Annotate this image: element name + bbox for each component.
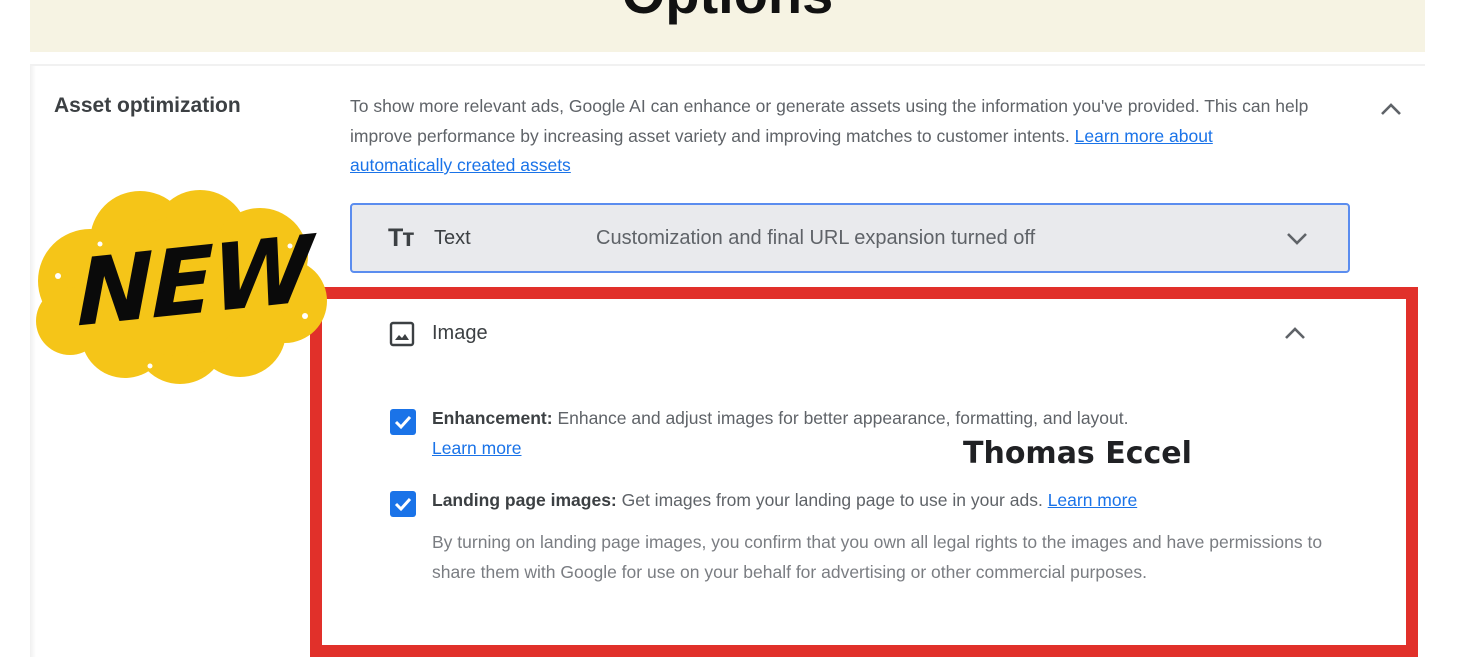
text-assets-row[interactable]: Tт Text Customization and final URL expa… xyxy=(350,203,1350,273)
landing-page-images-checkbox[interactable] xyxy=(390,491,416,517)
divider xyxy=(30,64,1425,66)
checkbox-checked-icon xyxy=(394,415,412,430)
image-assets-panel xyxy=(340,300,1352,657)
enhancement-title: Enhancement: xyxy=(432,408,553,428)
enhancement-description: Enhance and adjust images for better app… xyxy=(552,408,1129,428)
enhancement-learn-more-link[interactable]: Learn more xyxy=(432,438,522,458)
highlight-box-bottom xyxy=(310,645,1418,657)
watermark: Thomas Eccel xyxy=(963,436,1192,471)
landing-page-images-option: Landing page images: Get images from you… xyxy=(432,486,1332,516)
asset-settings-screen: Options Asset optimization To show more … xyxy=(0,0,1460,657)
enhancement-option: Enhancement: Enhance and adjust images f… xyxy=(432,404,1332,463)
landing-page-images-description: Get images from your landing page to use… xyxy=(616,490,1048,510)
checkbox-checked-icon xyxy=(394,497,412,512)
text-row-label: Text xyxy=(434,227,471,249)
text-format-icon: Tт xyxy=(388,224,414,252)
banner-title: Options xyxy=(30,0,1425,22)
landing-page-images-learn-more-link[interactable]: Learn more xyxy=(1048,490,1138,510)
chevron-down-icon[interactable] xyxy=(1282,223,1312,253)
landing-page-images-title: Landing page images: xyxy=(432,490,617,510)
text-row-status: Customization and final URL expansion tu… xyxy=(596,227,1036,249)
landing-page-images-legal: By turning on landing page images, you c… xyxy=(432,532,1323,582)
image-panel-label[interactable]: Image xyxy=(432,322,488,345)
chevron-up-icon[interactable] xyxy=(1376,94,1406,124)
top-banner: Options xyxy=(30,0,1425,52)
section-label-asset-optimization: Asset optimization xyxy=(54,94,241,117)
section-description: To show more relevant ads, Google AI can… xyxy=(350,92,1310,181)
chevron-up-icon[interactable] xyxy=(1280,318,1310,348)
image-icon xyxy=(388,320,416,348)
enhancement-checkbox[interactable] xyxy=(390,409,416,435)
